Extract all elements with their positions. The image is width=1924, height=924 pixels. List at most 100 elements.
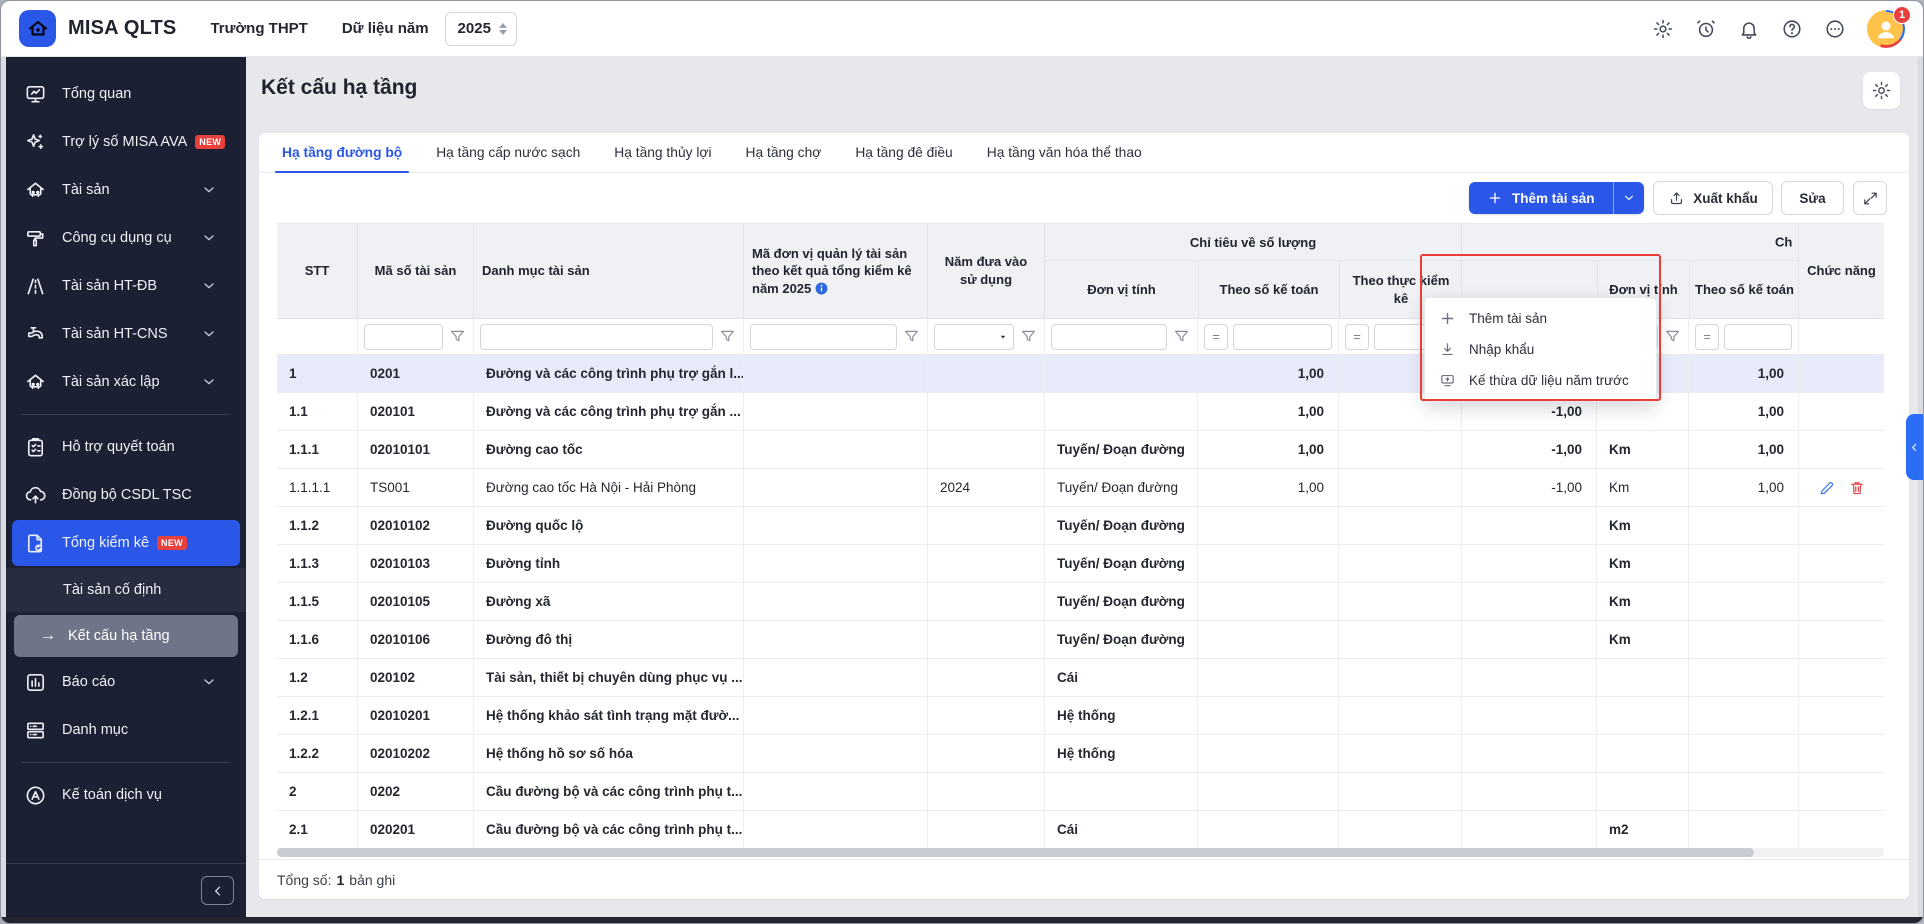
sidebar-item-4[interactable]: Tài sản HT-ĐB (6, 263, 246, 309)
dropdown-item-2[interactable]: Kế thừa dữ liệu năm trước (1425, 365, 1656, 396)
column-header-stt[interactable]: STT (277, 224, 357, 318)
column-header-ma_don_vi[interactable]: Mã đơn vị quản lý tài sản theo kết quả t… (743, 224, 927, 318)
table-row[interactable]: 1.2 020102 Tài sản, thiết bị chuyên dùng p… (277, 659, 1884, 697)
add-asset-button[interactable]: Thêm tài sản (1469, 182, 1613, 214)
table-row[interactable]: 1.1.1 02010101 Đường cao tốc Tuyến/ Đoạn đư… (277, 431, 1884, 469)
column-header-nam[interactable]: Năm đưa vào sử dụng (927, 224, 1044, 318)
filter-funnel-icon[interactable] (1172, 327, 1191, 346)
sidebar-item-8[interactable]: Đồng bộ CSDL TSC (6, 472, 246, 518)
filter-input-tskt1[interactable] (1233, 323, 1332, 350)
table-row[interactable]: 1.2.2 02010202 Hệ thống hồ sơ số hóa Hệ thố… (277, 735, 1884, 773)
tab-3[interactable]: Hạ tầng chợ (729, 133, 839, 172)
help-icon[interactable] (1781, 18, 1803, 40)
cell-chuc_nang (1798, 735, 1884, 772)
filter-funnel-icon[interactable] (1663, 327, 1682, 346)
sidebar-item-7[interactable]: Hỗ trợ quyết toán (6, 424, 246, 470)
cell-tskt1: 1,00 (1197, 355, 1338, 392)
tab-4[interactable]: Hạ tầng đê điều (838, 133, 969, 172)
table-row[interactable]: 1.1.6 02010106 Đường đô thị Tuyến/ Đoạn đườ… (277, 621, 1884, 659)
year-spinner-icon[interactable] (498, 22, 507, 35)
sidebar-item-5[interactable]: Tài sản HT-CNS (6, 311, 246, 357)
sidebar-item-12-label: Kế toán dịch vụ (62, 787, 162, 803)
filter-input-nam[interactable] (934, 323, 1014, 350)
tab-1[interactable]: Hạ tầng cấp nước sạch (419, 133, 597, 172)
sidebar-item-9[interactable]: Tổng kiểm kê NEW (12, 520, 240, 566)
filter-funnel-icon[interactable] (1019, 327, 1038, 346)
sidebar-subitem-9-1[interactable]: → Kết cấu hạ tầng (14, 615, 238, 657)
bell-icon[interactable] (1738, 18, 1760, 40)
alarm-icon[interactable] (1695, 18, 1717, 40)
cell-tskt1 (1197, 811, 1338, 848)
sidebar-subitem-9-0[interactable]: Tài sản cố định (6, 568, 246, 612)
filter-input-dvt1[interactable] (1051, 323, 1167, 350)
tab-5[interactable]: Hạ tầng văn hóa thể thao (970, 133, 1159, 172)
sidebar-item-6[interactable]: Tài sản xác lập (6, 359, 246, 405)
filter-input-ma_don_vi[interactable] (750, 323, 897, 350)
cell-ma_don_vi (743, 773, 927, 810)
column-header-tskt1[interactable]: Theo số kế toán (1198, 261, 1339, 318)
cell-ma_so: 02010201 (357, 697, 473, 734)
cell-tskt1: 1,00 (1197, 393, 1338, 430)
filter-funnel-icon[interactable] (718, 327, 737, 346)
sidebar-collapse-button[interactable] (201, 876, 234, 905)
equals-operator[interactable]: = (1204, 323, 1228, 350)
equals-operator[interactable]: = (1345, 323, 1369, 350)
dropdown-item-0[interactable]: Thêm tài sản (1425, 303, 1656, 334)
user-avatar[interactable]: 1 (1867, 5, 1911, 48)
table-row[interactable]: 1.2.1 02010201 Hệ thống khảo sát tình trạn… (277, 697, 1884, 735)
filter-funnel-icon[interactable] (902, 327, 921, 346)
sidebar-item-2[interactable]: Tài sản (6, 167, 246, 213)
more-icon[interactable] (1824, 18, 1846, 40)
tab-2[interactable]: Hạ tầng thủy lợi (597, 133, 728, 172)
column-header-chuc_nang[interactable]: Chức năng (1798, 224, 1884, 318)
table-row[interactable]: 2 0202 Cầu đường bộ và các công trình phụ … (277, 773, 1884, 811)
export-button[interactable]: Xuất khẩu (1653, 181, 1773, 215)
gear-icon[interactable] (1652, 18, 1674, 40)
filter-input-ma_so[interactable] (364, 323, 443, 350)
cell-danh_muc: Đường cao tốc (473, 431, 743, 468)
table-row[interactable]: 1.1.1.1 TS001 Đường cao tốc Hà Nội - Hải P… (277, 469, 1884, 507)
road-icon (24, 275, 47, 298)
table-row[interactable]: 1.1.2 02010102 Đường quốc lộ Tuyến/ Đoạn đư… (277, 507, 1884, 545)
add-asset-split-button[interactable]: Thêm tài sản (1469, 182, 1644, 214)
edit-button[interactable]: Sửa (1781, 181, 1844, 215)
sidebar-item-10[interactable]: Báo cáo (6, 659, 246, 705)
scrollbar-thumb[interactable] (277, 848, 1754, 857)
app-logo[interactable] (19, 10, 56, 47)
table-row[interactable]: 1.1.3 02010103 Đường tỉnh Tuyến/ Đoạn đường… (277, 545, 1884, 583)
sidebar-item-1[interactable]: Trợ lý số MISA AVA NEW (6, 119, 246, 165)
cell-ttk1 (1338, 507, 1461, 544)
collapse-panel-handle[interactable] (1906, 414, 1923, 480)
filter-funnel-icon[interactable] (448, 327, 467, 346)
add-asset-dropdown-toggle[interactable] (1612, 182, 1644, 214)
sidebar-item-11-label: Danh mục (62, 722, 129, 738)
fullscreen-button[interactable] (1853, 181, 1887, 215)
column-header-ma_so[interactable]: Mã số tài sản (357, 224, 473, 318)
cell-chuc_nang (1798, 431, 1884, 468)
cell-stt: 1.2.2 (289, 746, 320, 761)
column-header-dvt1[interactable]: Đơn vị tính (1045, 261, 1198, 318)
table-row[interactable]: 2.1 020201 Cầu đường bộ và các công trình … (277, 811, 1884, 849)
sidebar-item-3[interactable]: Công cụ dụng cụ (6, 215, 246, 261)
filter-input-danh_muc[interactable] (480, 323, 713, 350)
cell-cl1 (1461, 735, 1596, 772)
equals-operator[interactable]: = (1695, 323, 1719, 350)
info-icon[interactable] (814, 281, 829, 296)
column-header-tskt2[interactable]: Theo số kế toán (1689, 261, 1799, 318)
horizontal-scrollbar[interactable] (277, 848, 1884, 857)
sidebar-item-0[interactable]: Tổng quan (6, 71, 246, 117)
table-row[interactable]: 1.1.5 02010105 Đường xã Tuyến/ Đoạn đường Km (277, 583, 1884, 621)
edit-row-icon[interactable] (1818, 479, 1836, 497)
year-select[interactable]: 2025 (444, 11, 517, 46)
tab-0[interactable]: Hạ tầng đường bộ (265, 133, 419, 173)
sidebar-item-11[interactable]: Danh mục (6, 707, 246, 753)
filter-cell-ma_don_vi (743, 319, 927, 354)
column-header-danh_muc[interactable]: Danh mục tài sản (473, 224, 743, 318)
page-settings-button[interactable] (1863, 72, 1900, 109)
sidebar-item-12[interactable]: Kế toán dịch vụ (6, 772, 246, 818)
dropdown-item-1[interactable]: Nhập khẩu (1425, 334, 1656, 365)
filter-input-tskt2[interactable] (1724, 323, 1792, 350)
cell-ma_so: TS001 (357, 469, 473, 506)
delete-row-icon[interactable] (1848, 479, 1866, 497)
cell-nam (927, 583, 1044, 620)
